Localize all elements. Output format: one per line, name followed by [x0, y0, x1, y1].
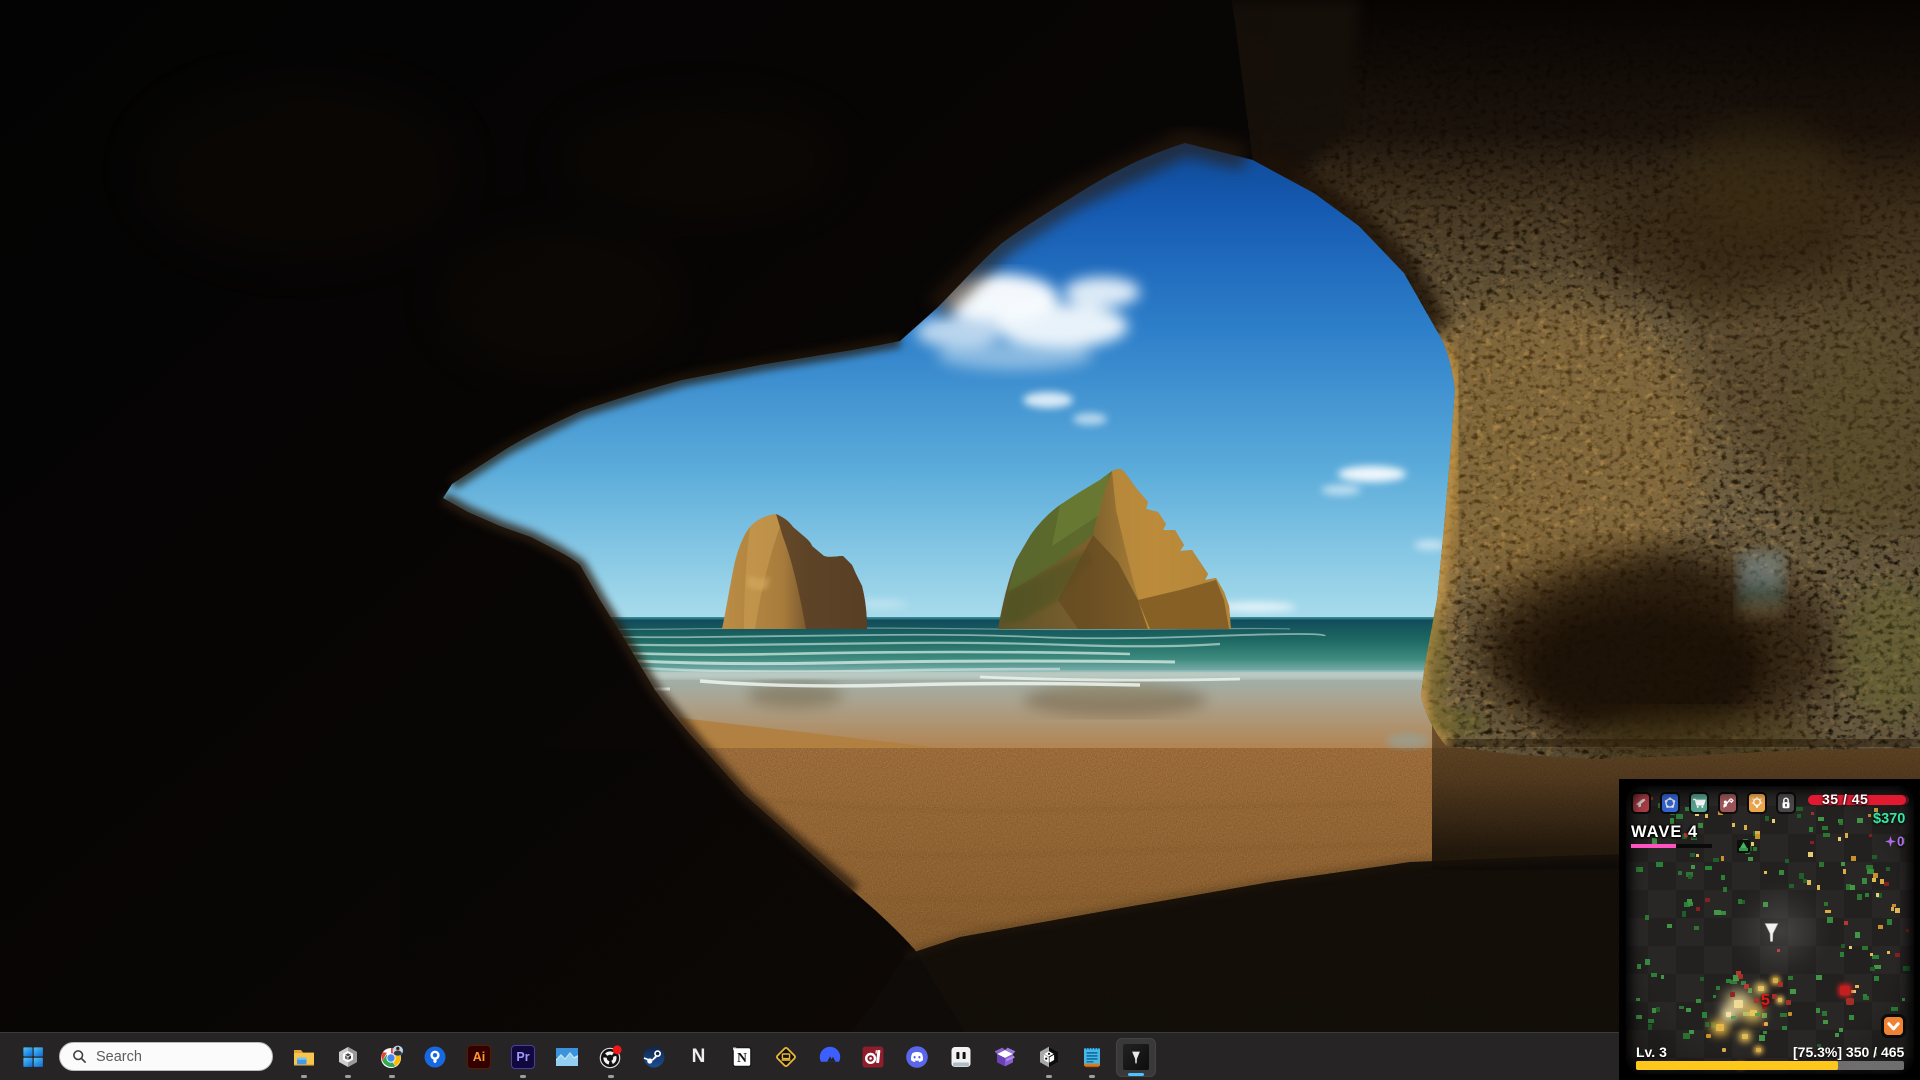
svg-text:N: N	[737, 1050, 747, 1065]
